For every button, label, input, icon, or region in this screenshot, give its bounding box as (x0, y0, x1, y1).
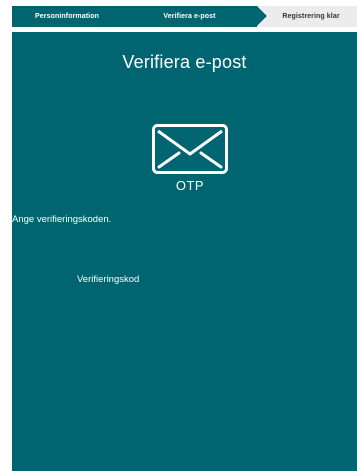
step-personinformation: Personinformation (12, 6, 122, 27)
verification-code-input[interactable] (162, 267, 312, 289)
instruction-text: Ange verifieringskoden. (12, 214, 112, 225)
page-title: Verifiera e-post (122, 52, 247, 72)
step-label: Verifiera e-post (163, 13, 216, 20)
step-registrering-klar: Registrering klar (257, 6, 357, 27)
verification-code-label: Verifieringskod (77, 274, 140, 285)
step-label: Personinformation (35, 13, 99, 20)
progress-stepper: Personinformation Verifiera e-post Regis… (12, 6, 357, 27)
step-label: Registrering klar (282, 13, 340, 20)
step-arrow (257, 6, 267, 26)
registration-frame: Personinformation Verifiera e-post Regis… (12, 6, 357, 471)
step-verifiera-e-post: Verifiera e-post (122, 6, 268, 27)
envelope-icon (152, 124, 228, 174)
verification-panel: Verifiera e-post OTP Ange verifieringsko… (12, 32, 357, 471)
otp-caption: OTP (175, 178, 205, 193)
